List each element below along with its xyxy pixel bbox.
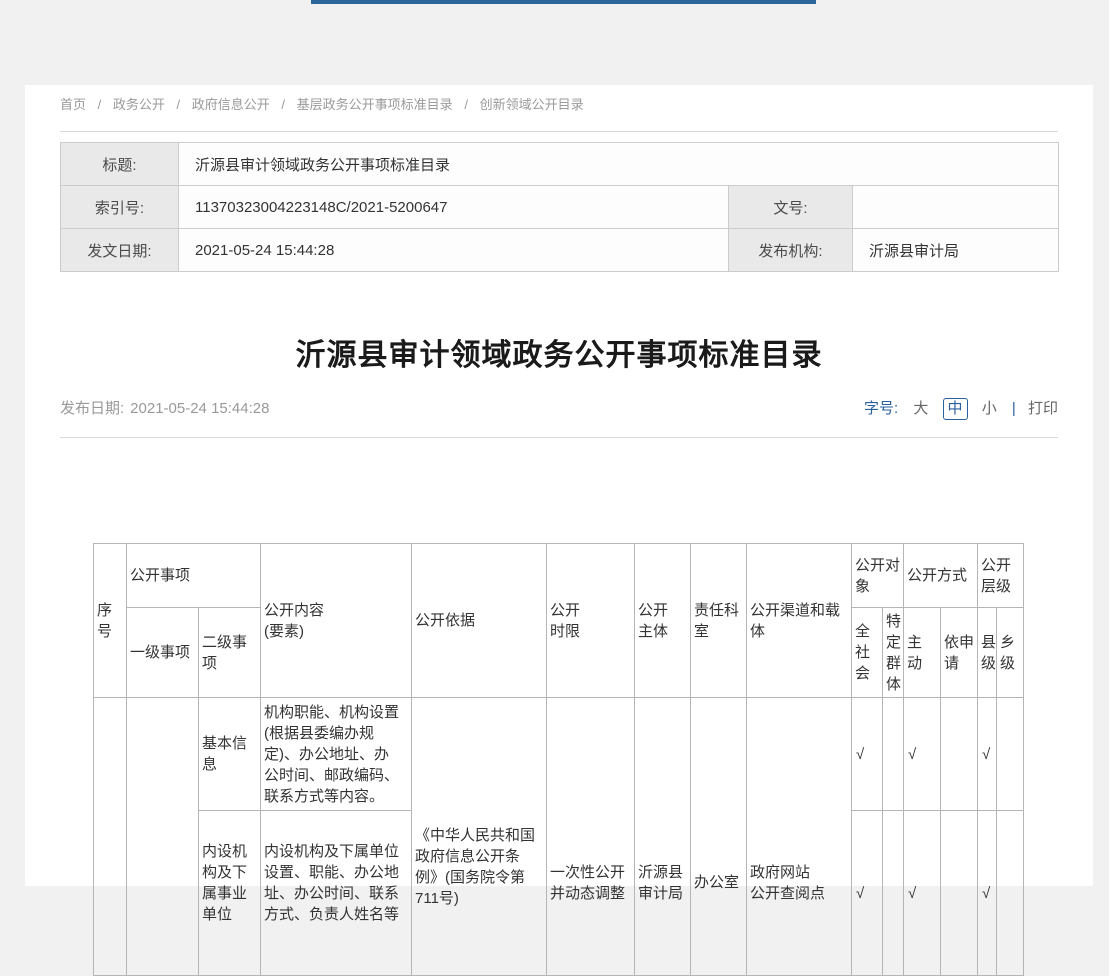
header-cell-dept: 责任科 室 xyxy=(691,544,747,698)
meta-row-date: 发文日期: 2021-05-24 15:44:28 发布机构: 沂源县审计局 xyxy=(61,229,1059,272)
header-cell-audience-all: 全社 会 xyxy=(852,608,883,698)
header-cell-basis: 公开依据 xyxy=(412,544,547,698)
cell-content-2: 内设机构及下属单位 设置、职能、办公地 址、办公时间、联系 方式、负责人姓名等 xyxy=(261,811,412,976)
cell-item-l1 xyxy=(127,698,199,976)
cell-method-active-1: √ xyxy=(904,698,941,811)
content-card: 首页 / 政务公开 / 政府信息公开 / 基层政务公开事项标准目录 / 创新领域… xyxy=(25,85,1093,886)
page-title: 沂源县审计领域政务公开事项标准目录 xyxy=(60,335,1058,377)
meta-label-title: 标题: xyxy=(61,143,179,186)
cell-method-request-2 xyxy=(941,811,978,976)
meta-row-index: 索引号: 11370323004223148C/2021-5200647 文号: xyxy=(61,186,1059,229)
cell-seq xyxy=(94,698,127,976)
header-cell-item-l1: 一级事项 xyxy=(127,608,199,698)
breadcrumb-item-zhengwu[interactable]: 政务公开 xyxy=(113,97,165,112)
meta-value-title: 沂源县审计领域政务公开事项标准目录 xyxy=(179,143,1059,186)
cell-audience-specific-2 xyxy=(883,811,904,976)
cell-method-active-2: √ xyxy=(904,811,941,976)
catalog-header-row-1: 序 号 公开事项 公开内容 (要素) 公开依据 公开 时限 公开 主体 责任科 … xyxy=(94,544,1024,608)
meta-value-agency: 沂源县审计局 xyxy=(853,229,1059,272)
top-nav-bottom-strip xyxy=(311,0,816,4)
cell-audience-specific-1 xyxy=(883,698,904,811)
publish-date: 发布日期: 2021-05-24 15:44:28 xyxy=(60,397,269,421)
breadcrumb: 首页 / 政务公开 / 政府信息公开 / 基层政务公开事项标准目录 / 创新领域… xyxy=(60,95,584,115)
cell-item-l2-1: 基本信 息 xyxy=(199,698,261,811)
cell-level-town-1 xyxy=(997,698,1024,811)
header-cell-method-active: 主 动 xyxy=(904,608,941,698)
publish-date-label: 发布日期: xyxy=(60,400,124,417)
cell-method-request-1 xyxy=(941,698,978,811)
cell-audience-all-2: √ xyxy=(852,811,883,976)
header-cell-audience-specific: 特 定 群 体 xyxy=(883,608,904,698)
cell-level-county-2: √ xyxy=(978,811,997,976)
cell-audience-all-1: √ xyxy=(852,698,883,811)
print-button[interactable]: 打印 xyxy=(1028,400,1058,417)
cell-time-limit: 一次性公开 并动态调整 xyxy=(547,698,635,976)
meta-label-date: 发文日期: xyxy=(61,229,179,272)
meta-value-index: 11370323004223148C/2021-5200647 xyxy=(179,186,729,229)
breadcrumb-separator: / xyxy=(177,97,181,112)
cell-item-l2-2: 内设机 构及下 属事业 单位 xyxy=(199,811,261,976)
breadcrumb-item-chuangxin[interactable]: 创新领域公开目录 xyxy=(480,97,584,112)
cell-subject: 沂源县 审计局 xyxy=(635,698,691,976)
meta-row-title: 标题: 沂源县审计领域政务公开事项标准目录 xyxy=(61,143,1059,186)
font-size-controls: 字号: 大 中 小 | 打印 xyxy=(864,397,1058,421)
breadcrumb-separator: / xyxy=(281,97,285,112)
catalog-body-row-1: 基本信 息 机构职能、机构设置 (根据县委编办规 定)、办公地址、办 公时间、邮… xyxy=(94,698,1024,811)
header-cell-method-request: 依申 请 xyxy=(941,608,978,698)
breadcrumb-item-xinxi[interactable]: 政府信息公开 xyxy=(192,97,270,112)
header-cell-audience: 公开对 象 xyxy=(852,544,904,608)
meta-label-index: 索引号: xyxy=(61,186,179,229)
font-size-small-button[interactable]: 小 xyxy=(982,400,997,417)
header-cell-level-county: 县 级 xyxy=(978,608,997,698)
cell-level-county-1: √ xyxy=(978,698,997,811)
article-divider xyxy=(60,437,1058,438)
meta-label-agency: 发布机构: xyxy=(729,229,853,272)
catalog-table: 序 号 公开事项 公开内容 (要素) 公开依据 公开 时限 公开 主体 责任科 … xyxy=(93,543,1024,976)
header-cell-content: 公开内容 (要素) xyxy=(261,544,412,698)
breadcrumb-separator: / xyxy=(464,97,468,112)
cell-basis: 《中华人民共和国 政府信息公开条 例》(国务院令第 711号) xyxy=(412,698,547,976)
header-cell-level-town: 乡 级 xyxy=(997,608,1024,698)
font-size-label: 字号: xyxy=(864,400,898,417)
cell-channel: 政府网站 公开查阅点 xyxy=(747,698,852,976)
print-divider: | xyxy=(1012,400,1016,417)
breadcrumb-separator: / xyxy=(98,97,102,112)
header-cell-level: 公开 层级 xyxy=(978,544,1024,608)
cell-level-town-2 xyxy=(997,811,1024,976)
header-cell-time-limit: 公开 时限 xyxy=(547,544,635,698)
header-cell-item-group: 公开事项 xyxy=(127,544,261,608)
header-cell-channel: 公开渠道和载 体 xyxy=(747,544,852,698)
cell-dept: 办公室 xyxy=(691,698,747,976)
font-size-large-button[interactable]: 大 xyxy=(913,400,928,417)
meta-value-date: 2021-05-24 15:44:28 xyxy=(179,229,729,272)
header-cell-subject: 公开 主体 xyxy=(635,544,691,698)
font-size-medium-button[interactable]: 中 xyxy=(943,398,968,420)
document-meta-table: 标题: 沂源县审计领域政务公开事项标准目录 索引号: 1137032300422… xyxy=(60,142,1059,272)
meta-label-docnum: 文号: xyxy=(729,186,853,229)
cell-content-1: 机构职能、机构设置 (根据县委编办规 定)、办公地址、办 公时间、邮政编码、 联… xyxy=(261,698,412,811)
breadcrumb-item-home[interactable]: 首页 xyxy=(60,97,86,112)
publish-date-value: 2021-05-24 15:44:28 xyxy=(130,400,269,417)
header-cell-item-l2: 二级事 项 xyxy=(199,608,261,698)
breadcrumb-divider xyxy=(60,131,1058,132)
header-cell-seq: 序 号 xyxy=(94,544,127,698)
breadcrumb-item-jiceng[interactable]: 基层政务公开事项标准目录 xyxy=(297,97,453,112)
header-cell-method: 公开方式 xyxy=(904,544,978,608)
article-info-row: 发布日期: 2021-05-24 15:44:28 字号: 大 中 小 | 打印 xyxy=(60,397,1058,421)
meta-value-docnum xyxy=(853,186,1059,229)
